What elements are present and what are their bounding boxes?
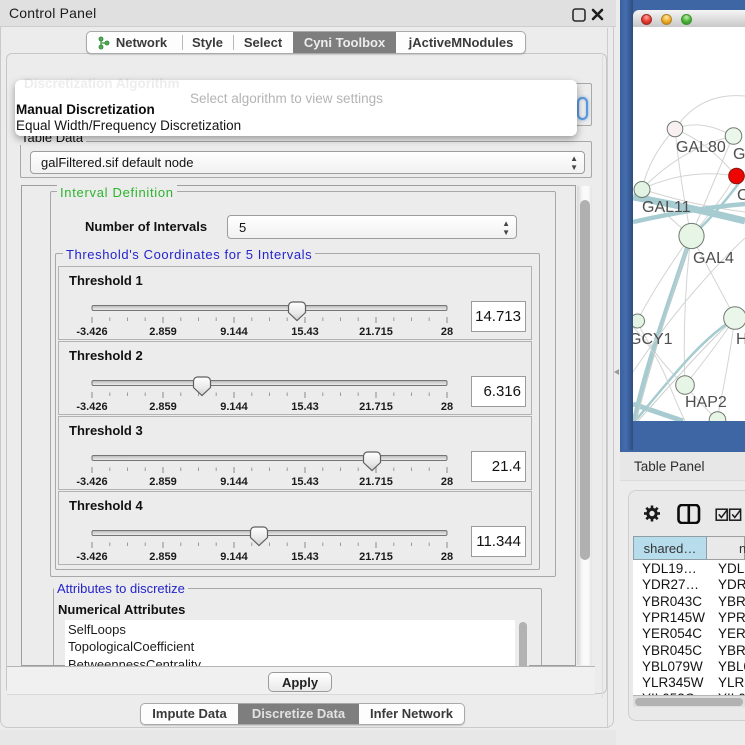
- svg-text:HAP2: HAP2: [685, 394, 727, 411]
- svg-text:GAL80: GAL80: [676, 139, 726, 156]
- svg-text:GAL4: GAL4: [693, 250, 734, 267]
- svg-text:GAL4: GAL4: [733, 146, 745, 163]
- svg-text:GAL11: GAL11: [642, 199, 691, 216]
- svg-text:HIS7: HIS7: [736, 331, 745, 348]
- svg-text:GCY1: GCY1: [633, 331, 673, 348]
- svg-text:C: C: [737, 187, 745, 204]
